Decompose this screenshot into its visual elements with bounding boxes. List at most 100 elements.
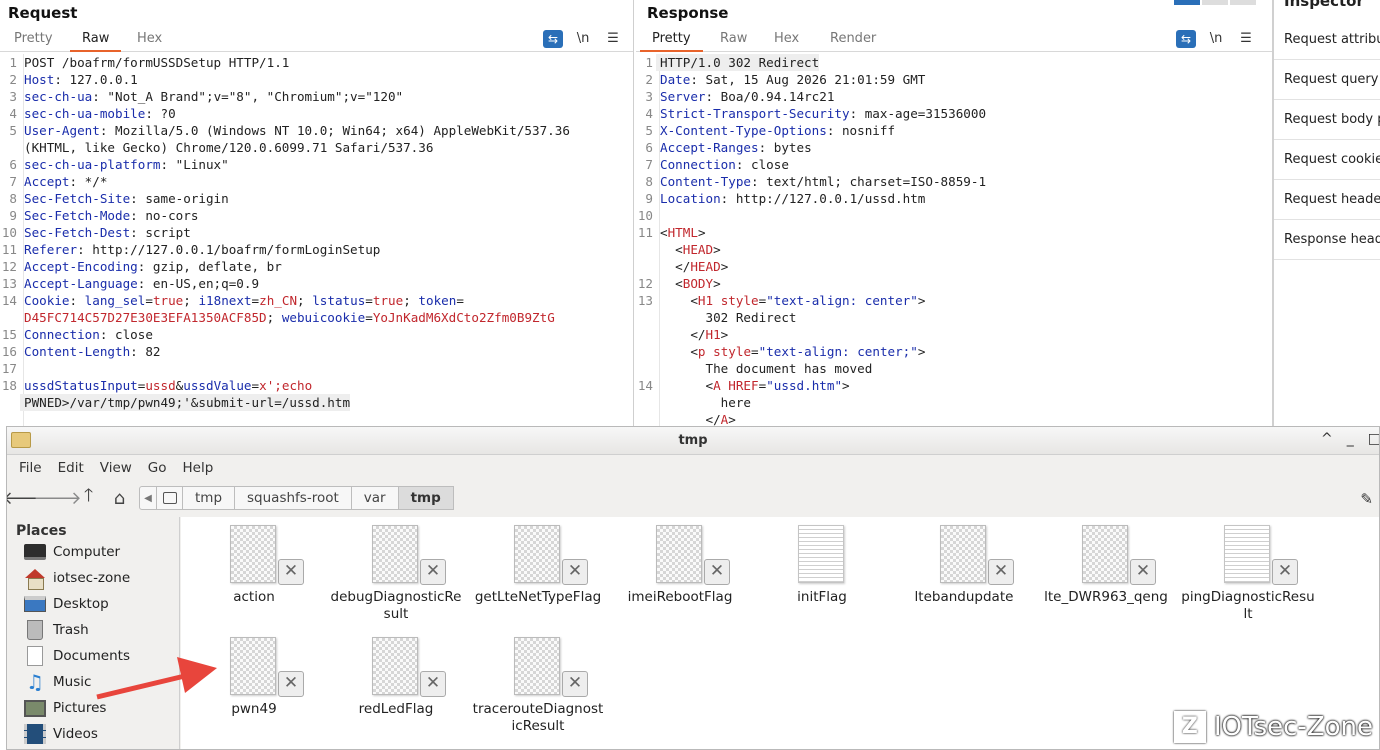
window-titlebar[interactable]: tmp ^ _ □ xyxy=(7,427,1379,455)
sidebar-item-desktop[interactable]: Desktop xyxy=(7,591,179,617)
line-number xyxy=(636,258,656,275)
code-line: D45FC714C57D27E30E3EFA1350ACF85D; webuic… xyxy=(0,309,633,326)
file-name: debugDiagnosticResult xyxy=(330,589,462,622)
code-line: (KHTML, like Gecko) Chrome/120.0.6099.71… xyxy=(0,139,633,156)
code-token: : en-US,en;q=0.9 xyxy=(137,276,260,291)
sidebar-item-documents[interactable]: Documents xyxy=(7,643,179,669)
line-number xyxy=(636,411,656,426)
line-text: Accept-Language: en-US,en;q=0.9 xyxy=(20,275,259,292)
forward-icon[interactable]: 🡒 xyxy=(33,485,81,511)
menu-help[interactable]: Help xyxy=(175,460,222,476)
menu-go[interactable]: Go xyxy=(140,460,175,476)
code-token: = xyxy=(145,293,153,308)
header-key: Referer xyxy=(24,242,78,257)
file-item[interactable]: ✕ getLteNetTypeFlag xyxy=(467,525,609,606)
sidebar-item-computer[interactable]: Computer xyxy=(7,539,179,565)
tab-request-pretty[interactable]: Pretty xyxy=(2,30,65,52)
header-key: Content-Length xyxy=(24,344,131,359)
inspector-request-query[interactable]: Request query xyxy=(1274,62,1380,100)
menu-icon[interactable]: ☰ xyxy=(603,30,623,48)
tab-response-raw[interactable]: Raw xyxy=(708,30,759,52)
tab-response-render[interactable]: Render xyxy=(818,30,888,52)
file-item[interactable]: ✕ tracerouteDiagnosticResult xyxy=(467,637,609,735)
sidebar-item-trash[interactable]: Trash xyxy=(7,617,179,643)
line-text: User-Agent: Mozilla/5.0 (Windows NT 10.0… xyxy=(20,122,570,139)
code-line: </HEAD> xyxy=(636,258,1262,275)
code-line: 13 Accept-Language: en-US,en;q=0.9 xyxy=(0,275,633,292)
code-token: : Sat, 15 Aug 2026 21:01:59 GMT xyxy=(690,72,926,87)
newline-icon[interactable]: \n xyxy=(1206,30,1226,48)
code-token: YoJnKadM6XdCto2Zfm0B9ZtG xyxy=(372,310,555,325)
inspector-request-attributes[interactable]: Request attribu xyxy=(1274,22,1380,60)
newline-icon[interactable]: \n xyxy=(573,30,593,48)
sidebar-item-iotsec-zone[interactable]: iotsec-zone xyxy=(7,565,179,591)
breadcrumb-scroll-left-icon[interactable]: ◀ xyxy=(139,486,157,510)
header-key: Accept xyxy=(24,174,70,189)
line-number xyxy=(0,309,20,326)
code-line: 1 POST /boafrm/formUSSDSetup HTTP/1.1 xyxy=(0,54,633,71)
wrap-icon[interactable]: ⇆ xyxy=(543,30,563,48)
edit-location-icon[interactable]: ✎ xyxy=(1360,490,1373,508)
tab-request-raw[interactable]: Raw xyxy=(70,30,122,52)
inspector-request-body[interactable]: Request body p xyxy=(1274,102,1380,140)
line-text: Accept-Ranges: bytes xyxy=(656,139,812,156)
file-item[interactable]: initFlag xyxy=(751,525,893,606)
home-icon[interactable]: ⌂ xyxy=(104,485,135,511)
request-pane: Request Pretty Raw Hex ⇆ \n ☰ 1 POST /boa… xyxy=(0,0,634,426)
sidebar-item-pictures[interactable]: Pictures xyxy=(7,695,179,721)
breadcrumb-tmp-root[interactable]: tmp xyxy=(183,486,236,510)
code-token: < xyxy=(660,225,668,240)
menu-file[interactable]: File xyxy=(11,460,50,476)
menu-icon[interactable]: ☰ xyxy=(1236,30,1256,48)
sidebar-item-music[interactable]: ♫ Music xyxy=(7,669,179,695)
code-line: 12 <BODY> xyxy=(636,275,1262,292)
sidebar-item-videos[interactable]: Videos xyxy=(7,721,179,747)
response-editor[interactable]: 1 HTTP/1.0 302 Redirect 2 Date: Sat, 15 Aug… xyxy=(636,54,1262,426)
maximize-up-icon[interactable]: ^ xyxy=(1321,431,1333,447)
code-token: : close xyxy=(735,157,789,172)
breadcrumb-squashfs-root[interactable]: squashfs-root xyxy=(235,486,352,510)
no-permission-icon: ✕ xyxy=(1272,559,1298,585)
line-text: Sec-Fetch-Mode: no-cors xyxy=(20,207,198,224)
inspector-title: Inspector xyxy=(1284,0,1364,10)
inspector-request-cookies[interactable]: Request cookie xyxy=(1274,142,1380,180)
wrap-icon[interactable]: ⇆ xyxy=(1176,30,1196,48)
code-token: (KHTML, like Gecko) Chrome/120.0.6099.71… xyxy=(24,140,434,155)
sidebar-item-label: Music xyxy=(53,674,92,690)
file-item[interactable]: ✕ ltebandupdate xyxy=(893,525,1035,606)
line-number: 4 xyxy=(9,106,17,121)
code-token: : "Linux" xyxy=(160,157,229,172)
inspector-response-headers[interactable]: Response head xyxy=(1274,222,1380,260)
file-item[interactable]: ✕ lte_DWR963_qeng xyxy=(1035,525,1177,606)
tab-response-hex[interactable]: Hex xyxy=(762,30,811,52)
inspector-request-headers[interactable]: Request heade xyxy=(1274,182,1380,220)
line-number: 14 xyxy=(1,293,17,308)
code-token: = xyxy=(365,310,373,325)
line-number: 4 xyxy=(645,106,653,121)
file-manager-window: tmp ^ _ □ File Edit View Go Help 🡐 🡒 🡑 ⌂… xyxy=(6,426,1380,750)
file-item[interactable]: ✕ redLedFlag xyxy=(325,637,467,718)
layout-toggle-buttons[interactable] xyxy=(1174,0,1258,5)
request-editor[interactable]: 1 POST /boafrm/formUSSDSetup HTTP/1.1 2 Hos… xyxy=(0,54,633,426)
tab-response-pretty[interactable]: Pretty xyxy=(640,30,703,52)
filesystem-root-icon[interactable] xyxy=(157,486,183,510)
binary-file-icon: ✕ xyxy=(514,525,588,585)
code-token: < xyxy=(660,276,683,291)
file-item[interactable]: ✕ debugDiagnosticResult xyxy=(325,525,467,623)
menu-edit[interactable]: Edit xyxy=(50,460,92,476)
breadcrumb-var[interactable]: var xyxy=(351,486,399,510)
path-bar: 🡐 🡒 🡑 ⌂ ◀ tmp squashfs-root var tmp ✎ xyxy=(7,481,1379,515)
file-item[interactable]: ✕ pingDiagnosticResult xyxy=(1177,525,1319,623)
minimize-icon[interactable]: _ xyxy=(1347,431,1354,447)
tab-request-hex[interactable]: Hex xyxy=(125,30,174,52)
menu-view[interactable]: View xyxy=(92,460,140,476)
breadcrumb-tmp-current[interactable]: tmp xyxy=(398,486,454,510)
up-icon[interactable]: 🡑 xyxy=(73,485,104,511)
file-name: ltebandupdate xyxy=(914,589,1014,605)
line-number: 8 xyxy=(645,174,653,189)
file-item[interactable]: ✕ pwn49 xyxy=(183,637,325,718)
code-token: BODY xyxy=(682,276,714,291)
file-item[interactable]: ✕ action xyxy=(183,525,325,606)
restore-icon[interactable]: □ xyxy=(1368,431,1379,447)
file-item[interactable]: ✕ imeiRebootFlag xyxy=(609,525,751,606)
